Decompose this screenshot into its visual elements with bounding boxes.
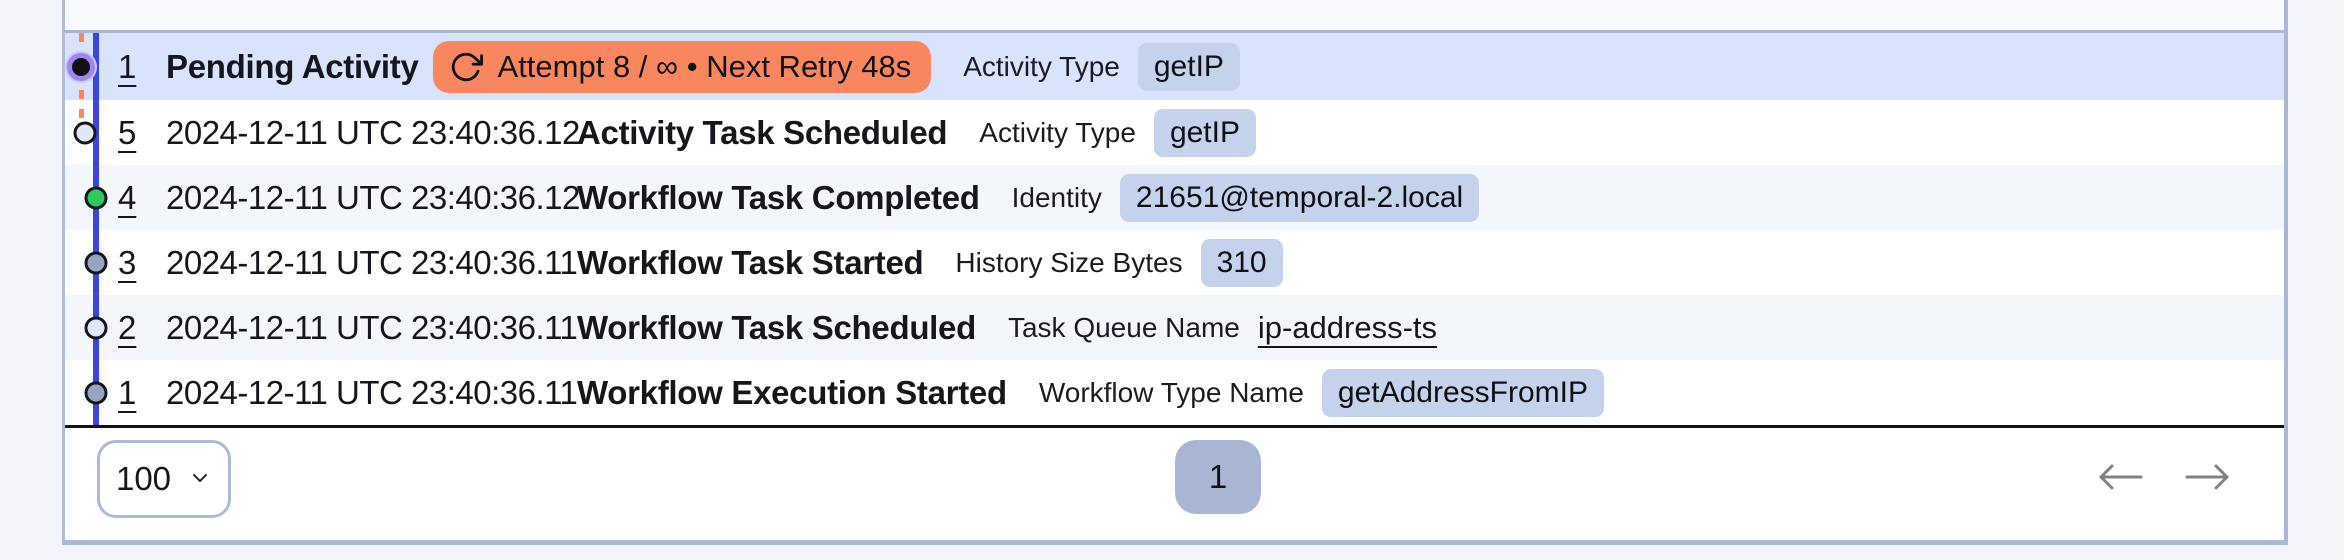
event-number-link[interactable]: 1	[118, 48, 166, 86]
attr-value-chip: getIP	[1153, 108, 1256, 157]
toolbar-strip	[65, 0, 2284, 33]
event-timestamp: 2024-12-11 UTC 23:40:36.11	[166, 243, 578, 281]
attr-value-chip: getAddressFromIP	[1321, 368, 1604, 417]
timeline-line	[93, 33, 99, 425]
timeline-dot-pending	[67, 53, 95, 81]
attr-value-chip: 310	[1200, 238, 1283, 287]
timeline-dot-execution-started	[84, 381, 108, 405]
event-title: Workflow Execution Started	[577, 373, 1007, 411]
event-number-link[interactable]: 4	[118, 179, 166, 217]
pagination-bar: 100 1	[65, 425, 2284, 531]
event-title: Workflow Task Scheduled	[577, 308, 976, 346]
page-background: 1 Pending Activity Attempt 8 / ∞ • Next …	[0, 0, 2344, 560]
event-row-workflow-task-completed[interactable]: 4 2024-12-11 UTC 23:40:36.12 Workflow Ta…	[65, 165, 2284, 230]
event-row-activity-task-scheduled[interactable]: 5 2024-12-11 UTC 23:40:36.12 Activity Ta…	[65, 100, 2284, 165]
attr-label: History Size Bytes	[955, 246, 1183, 278]
event-row-workflow-task-started[interactable]: 3 2024-12-11 UTC 23:40:36.11 Workflow Ta…	[65, 230, 2284, 295]
event-title: Workflow Task Started	[577, 243, 924, 281]
event-history-panel: 1 Pending Activity Attempt 8 / ∞ • Next …	[62, 0, 2288, 545]
arrow-left-icon	[2096, 461, 2144, 498]
event-timestamp: 2024-12-11 UTC 23:40:36.11	[166, 308, 578, 346]
chevron-down-icon	[188, 460, 212, 498]
timeline-dot-completed	[84, 186, 108, 210]
event-title: Pending Activity	[166, 47, 419, 85]
arrow-right-icon	[2184, 461, 2232, 498]
attr-value-chip: 21651@temporal-2.local	[1119, 173, 1480, 222]
attr-label: Workflow Type Name	[1038, 376, 1304, 408]
event-timestamp: 2024-12-11 UTC 23:40:36.11	[166, 373, 578, 411]
event-timestamp: 2024-12-11 UTC 23:40:36.12	[166, 178, 580, 216]
event-number-link[interactable]: 3	[118, 244, 166, 282]
retry-icon	[449, 50, 483, 84]
attr-label: Task Queue Name	[1007, 311, 1240, 343]
event-row-pending-activity[interactable]: 1 Pending Activity Attempt 8 / ∞ • Next …	[65, 33, 2284, 100]
previous-page-button[interactable]	[2096, 461, 2144, 498]
retry-badge-text: Attempt 8 / ∞ • Next Retry 48s	[497, 48, 912, 84]
current-page-button[interactable]: 1	[1175, 440, 1261, 514]
event-row-workflow-execution-started[interactable]: 1 2024-12-11 UTC 23:40:36.11 Workflow Ex…	[65, 360, 2284, 425]
event-number-link[interactable]: 1	[118, 374, 166, 412]
timeline-dot-task-scheduled	[84, 316, 108, 340]
event-title: Activity Task Scheduled	[577, 113, 948, 151]
next-page-button[interactable]	[2184, 461, 2232, 498]
attr-label: Activity Type	[979, 116, 1136, 148]
event-timestamp: 2024-12-11 UTC 23:40:36.12	[166, 113, 580, 151]
attr-label: Activity Type	[963, 50, 1120, 82]
pending-retry-dashed-line	[79, 33, 84, 135]
event-number-link[interactable]: 5	[118, 114, 166, 152]
task-queue-link[interactable]: ip-address-ts	[1258, 310, 1437, 346]
page-size-value: 100	[115, 460, 172, 497]
current-page-number: 1	[1208, 458, 1228, 495]
pagination-arrows	[2096, 428, 2232, 531]
timeline-dot-scheduled	[73, 121, 97, 145]
retry-attempt-badge: Attempt 8 / ∞ • Next Retry 48s	[432, 40, 932, 93]
attr-value-chip: getIP	[1137, 42, 1240, 91]
timeline-dot-started	[84, 251, 108, 275]
page-size-select[interactable]: 100	[97, 440, 231, 518]
event-title: Workflow Task Completed	[577, 178, 980, 216]
event-number-link[interactable]: 2	[118, 309, 166, 347]
event-history-list: 1 Pending Activity Attempt 8 / ∞ • Next …	[65, 33, 2284, 425]
attr-label: Identity	[1011, 181, 1102, 213]
event-row-workflow-task-scheduled[interactable]: 2 2024-12-11 UTC 23:40:36.11 Workflow Ta…	[65, 295, 2284, 360]
